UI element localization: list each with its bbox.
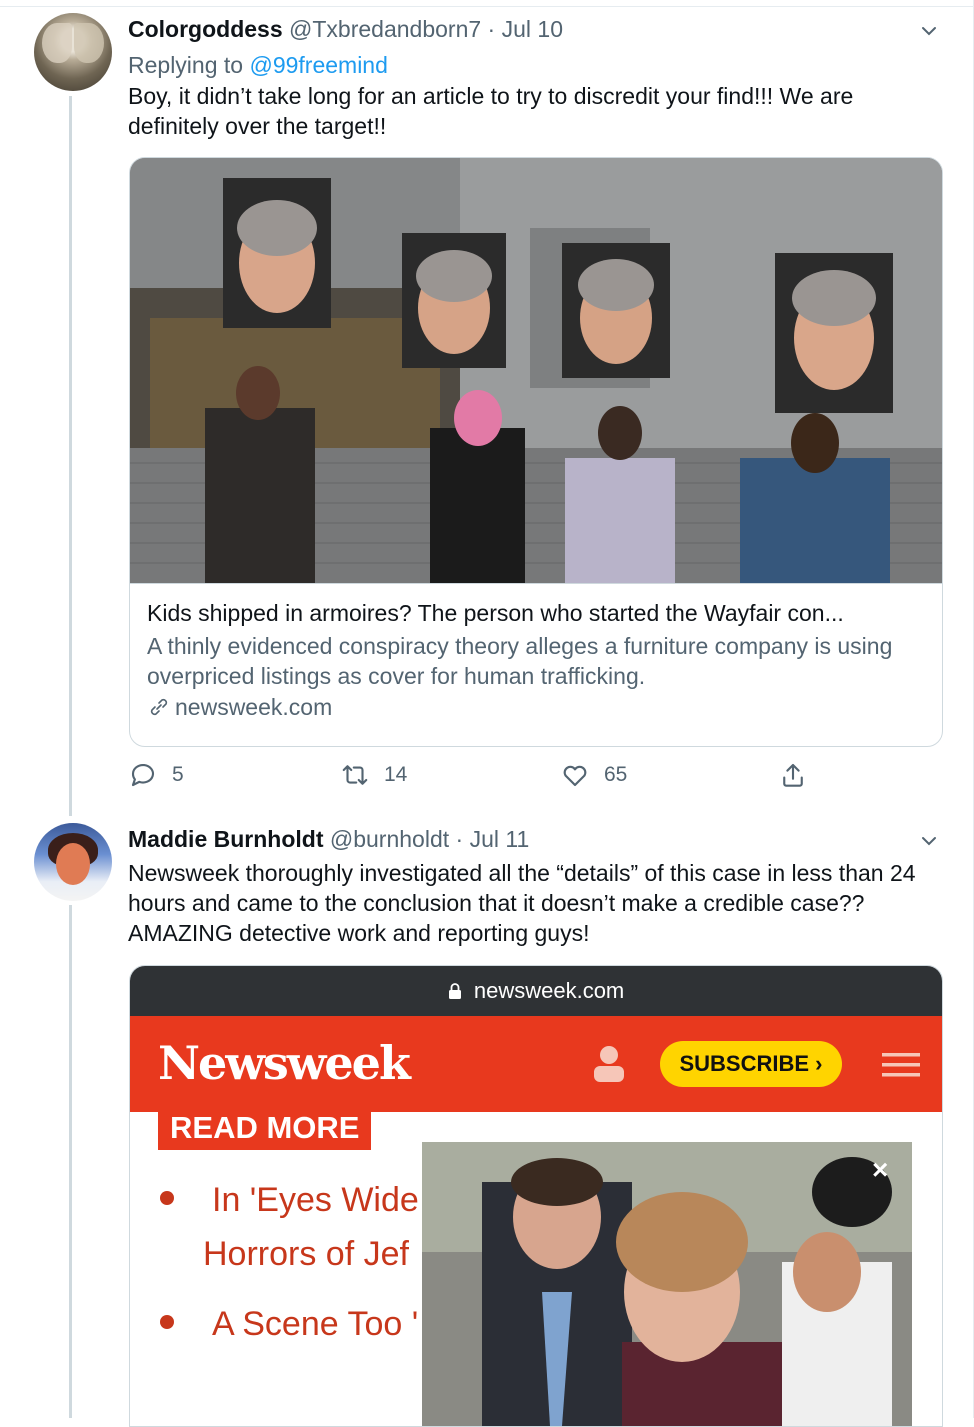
reply-count: 5	[172, 763, 184, 786]
replying-prefix: Replying to	[128, 52, 244, 78]
lock-icon	[448, 983, 461, 999]
separator: ·	[455, 826, 464, 852]
reply-mention[interactable]: @99freemind	[249, 52, 387, 78]
card-description: A thinly evidenced conspiracy theory all…	[147, 633, 893, 689]
subscribe-button: SUBSCRIBE ›	[660, 1041, 842, 1087]
close-icon: ×	[872, 1154, 889, 1185]
thread-line	[69, 905, 72, 1418]
card-title[interactable]: Kids shipped in armoires? The person who…	[147, 598, 927, 628]
top-border	[0, 0, 974, 7]
share-button[interactable]	[778, 760, 808, 790]
tweet-date[interactable]: Jul 11	[470, 826, 530, 852]
avatar[interactable]	[34, 13, 112, 91]
reply-button[interactable]: 5	[128, 760, 184, 790]
like-icon	[563, 765, 587, 787]
attached-screenshot[interactable]: newsweek.com Newsweek SUBSCRIBE › READ M…	[129, 965, 943, 1427]
retweet-icon	[342, 765, 368, 785]
like-button[interactable]: 65	[560, 760, 627, 790]
tweet-date[interactable]: Jul 10	[502, 16, 563, 42]
hamburger-menu-icon	[882, 1053, 920, 1077]
card-domain: newsweek.com	[175, 694, 333, 720]
newsweek-header: Newsweek SUBSCRIBE ›	[130, 1016, 942, 1112]
tweet-text: Newsweek thoroughly investigated all the…	[128, 860, 916, 946]
user-icon	[594, 1046, 624, 1082]
retweet-button[interactable]: 14	[340, 760, 407, 790]
video-overlay: ×	[422, 1142, 912, 1426]
tweet-text: Boy, it didn’t take long for an article …	[128, 83, 854, 139]
caret-down-icon[interactable]	[921, 23, 937, 39]
like-count: 65	[604, 763, 628, 786]
replying-to: Replying to @99freemind	[128, 50, 388, 80]
url-bar: newsweek.com	[130, 974, 942, 1008]
caret-down-icon[interactable]	[921, 833, 937, 849]
display-name[interactable]: Colorgoddess	[128, 16, 283, 42]
avatar[interactable]	[34, 823, 112, 901]
share-icon	[783, 763, 803, 787]
tweet-actions: 5 14 65	[128, 760, 828, 794]
article-item: In 'Eyes Wide	[160, 1173, 419, 1227]
thread-line	[69, 96, 72, 816]
card-domain-row: newsweek.com	[147, 692, 927, 722]
card-image	[130, 158, 942, 584]
user-handle[interactable]: @burnholdt	[330, 826, 449, 852]
link-icon	[150, 698, 168, 716]
article-title: A Scene Too '	[212, 1305, 419, 1343]
newsweek-logo: Newsweek	[158, 1036, 411, 1090]
user-handle[interactable]: @Txbredandborn7	[289, 16, 481, 42]
article-item: A Scene Too '	[160, 1297, 418, 1351]
separator: ·	[487, 16, 496, 42]
tweet-header: Maddie Burnholdt @burnholdt · Jul 11	[128, 824, 529, 854]
link-card[interactable]: Kids shipped in armoires? The person who…	[129, 157, 943, 747]
read-more-label: READ MORE	[158, 1106, 372, 1150]
tweet-header: Colorgoddess @Txbredandborn7 · Jul 10	[128, 14, 563, 44]
display-name[interactable]: Maddie Burnholdt	[128, 826, 323, 852]
reply-icon	[131, 763, 155, 787]
retweet-count: 14	[384, 763, 408, 786]
url-text: newsweek.com	[473, 978, 625, 1003]
article-item-continued: Horrors of Jef	[203, 1235, 409, 1273]
article-title-line1: In 'Eyes Wide	[212, 1181, 419, 1219]
card-text: Kids shipped in armoires? The person who…	[147, 598, 927, 722]
